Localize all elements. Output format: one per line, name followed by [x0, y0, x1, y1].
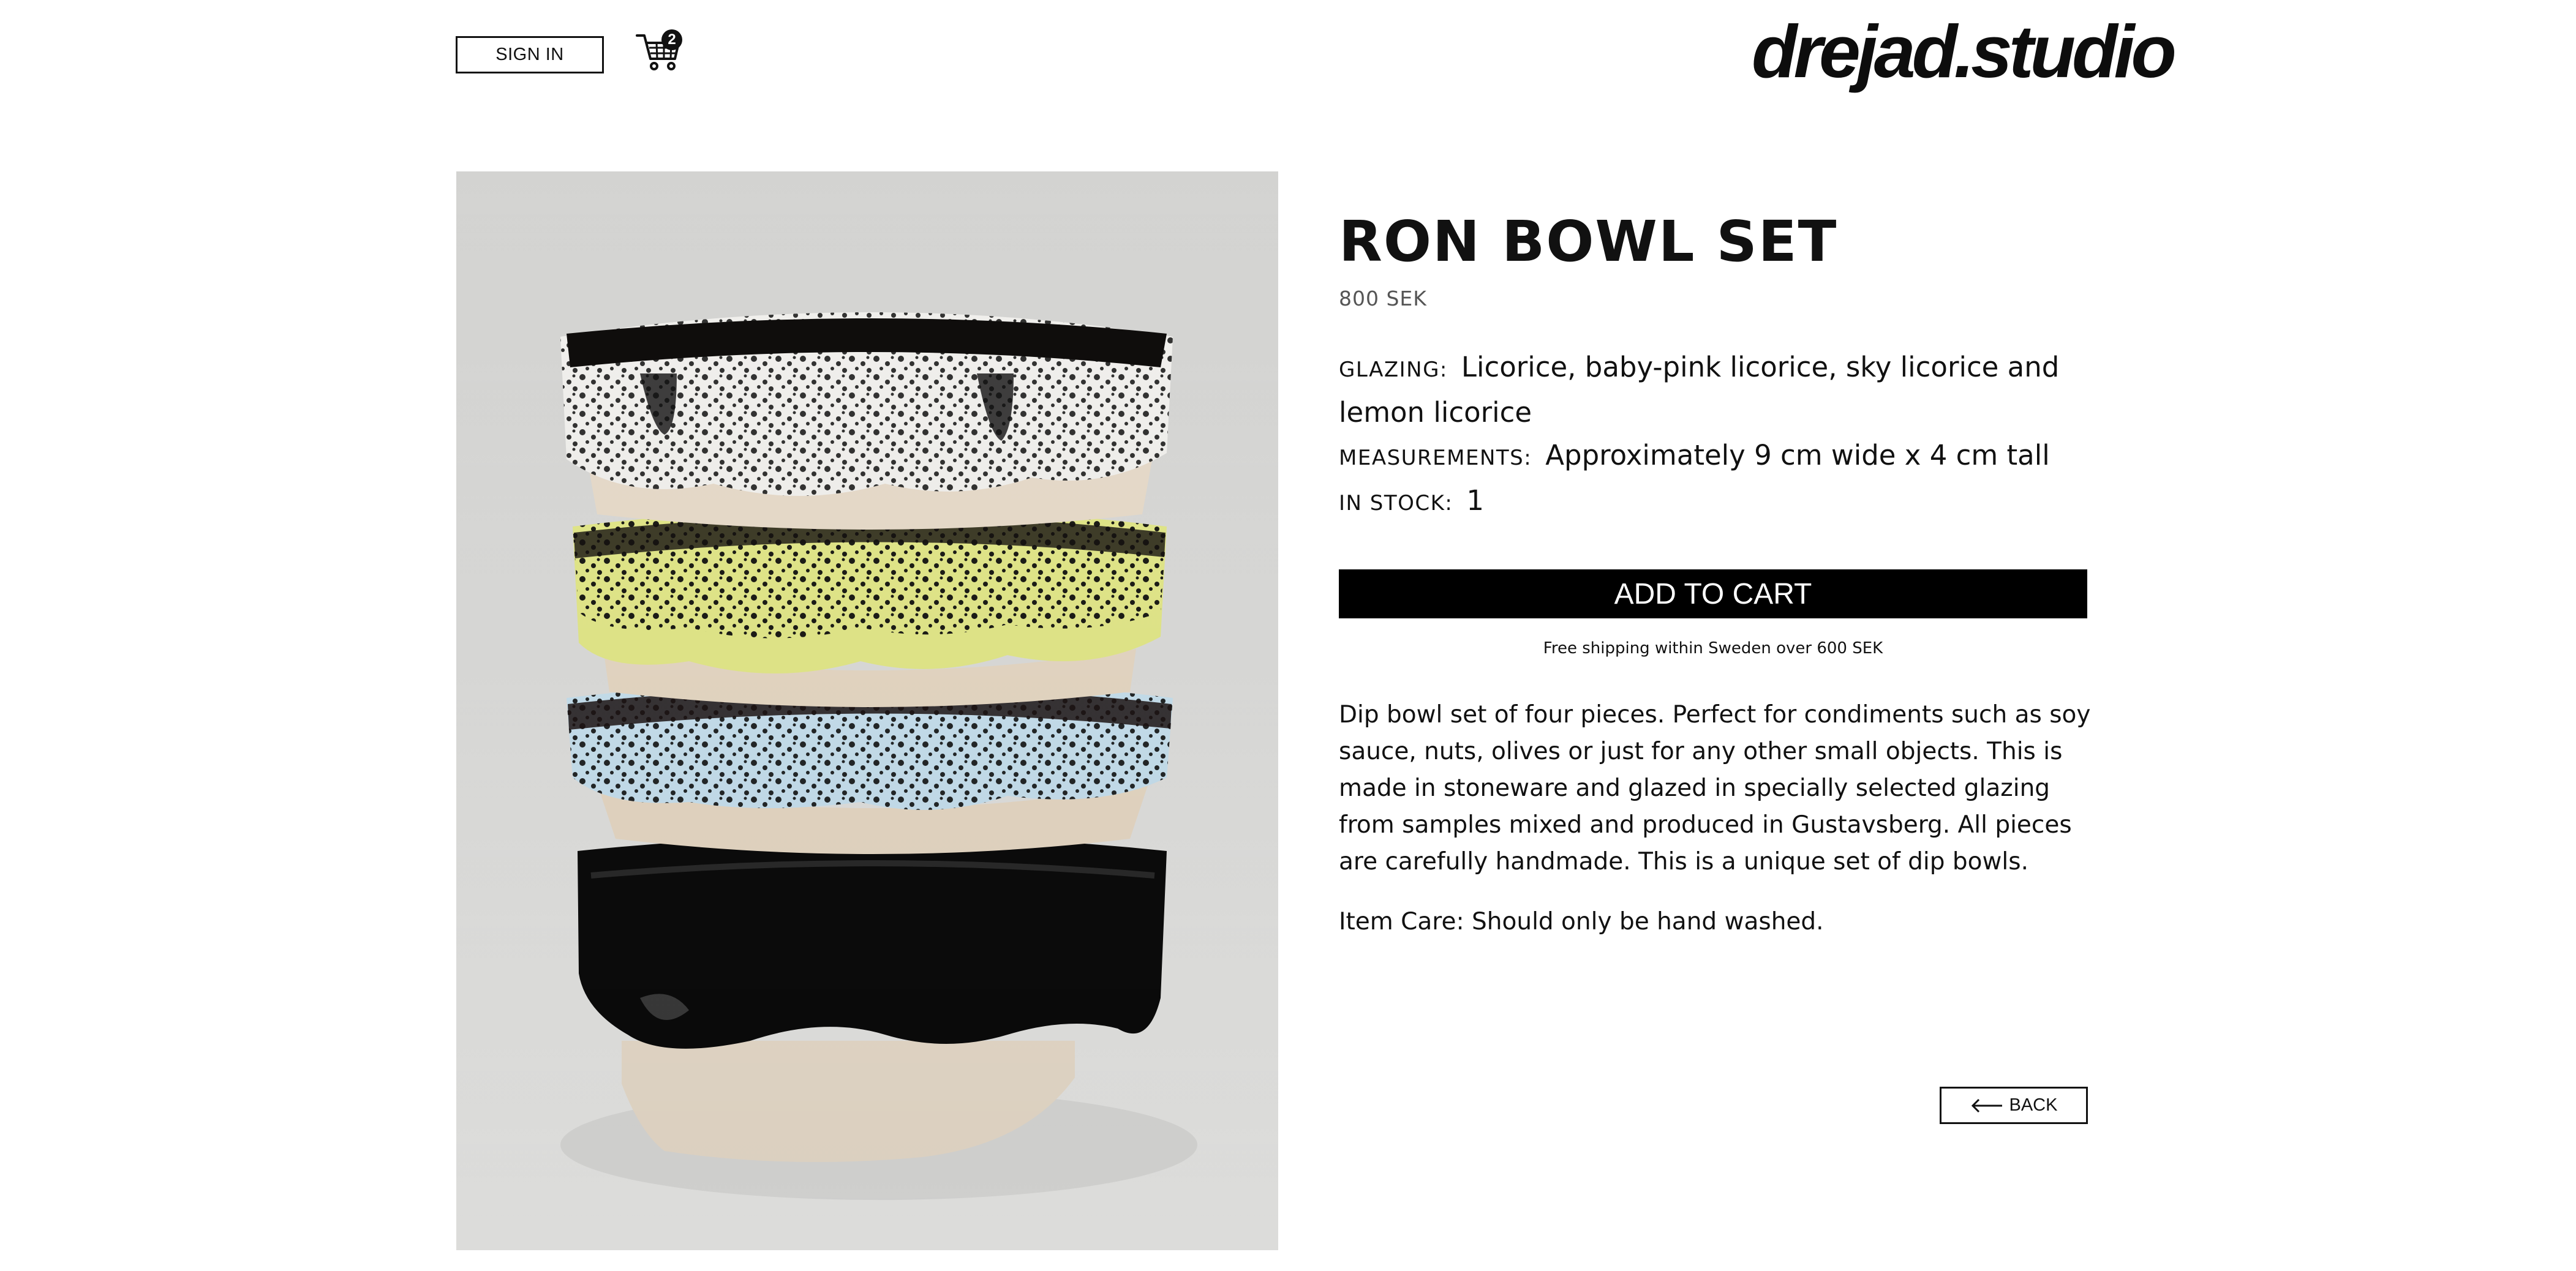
product-title: RON BOWL SET: [1339, 209, 1838, 274]
add-to-cart-button[interactable]: ADD TO CART: [1339, 569, 2087, 618]
stock-label: IN STOCK:: [1339, 491, 1453, 516]
site-header: SIGN IN 2 drejad.studio: [0, 0, 2576, 147]
product-info: RON BOWL SET 800 SEK GLAZING: Licorice, b…: [1339, 202, 2092, 935]
product-image: [456, 171, 1278, 1250]
product-price: 800 SEK: [1339, 287, 1427, 310]
item-care: Item Care: Should only be hand washed.: [1339, 908, 1824, 935]
shipping-note: Free shipping within Sweden over 600 SEK: [1543, 639, 1883, 658]
product-specs: GLAZING: Licorice, baby-pink licorice, sk…: [1339, 346, 2092, 525]
spec-measurements: MEASUREMENTS: Approximately 9 cm wide x 4…: [1339, 434, 2092, 479]
glazing-label: GLAZING:: [1339, 358, 1448, 382]
spec-stock: IN STOCK: 1: [1339, 479, 2092, 525]
product-description: Dip bowl set of four pieces. Perfect for…: [1339, 701, 2091, 875]
measurements-label: MEASUREMENTS:: [1339, 446, 1532, 470]
arrow-left-icon: [1971, 1098, 2002, 1112]
measurements-value: Approximately 9 cm wide x 4 cm tall: [1545, 439, 2050, 471]
back-button[interactable]: BACK: [1940, 1087, 2088, 1124]
cart-button[interactable]: 2: [635, 27, 684, 76]
stock-value: 1: [1466, 484, 1485, 517]
cart-count-badge: 2: [661, 29, 682, 50]
sign-in-button[interactable]: SIGN IN: [456, 36, 604, 73]
site-logo[interactable]: drejad.studio: [1752, 9, 2177, 94]
back-label: BACK: [2009, 1095, 2058, 1115]
spec-glazing: GLAZING: Licorice, baby-pink licorice, sk…: [1339, 346, 2092, 434]
